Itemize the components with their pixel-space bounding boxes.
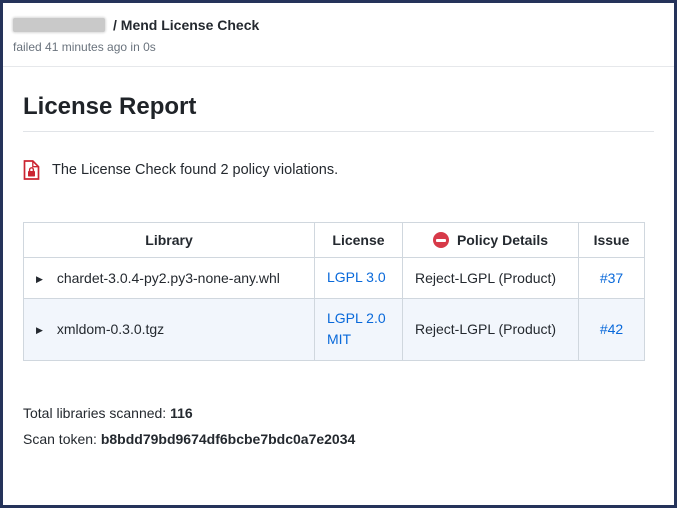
library-name: xmldom-0.3.0.tgz: [57, 321, 164, 337]
issue-link[interactable]: #37: [600, 270, 623, 286]
total-scanned-label: Total libraries scanned:: [23, 405, 166, 421]
check-run-page: / Mend License Check failed 41 minutes a…: [0, 0, 677, 508]
expand-triangle-icon[interactable]: ▶: [36, 274, 43, 285]
violation-summary: The License Check found 2 policy violati…: [23, 160, 654, 180]
license-link[interactable]: MIT: [327, 331, 351, 347]
col-header-policy-details: Policy Details: [403, 223, 579, 258]
policy-details-label: Policy Details: [457, 232, 548, 248]
expand-triangle-icon[interactable]: ▶: [36, 325, 43, 336]
page-title: License Report: [23, 93, 654, 132]
scan-token-line: Scan token: b8bdd79bd9674df6bcbe7bdc0a7e…: [23, 431, 654, 447]
col-header-issue: Issue: [579, 223, 645, 258]
license-cell: LGPL 3.0: [315, 258, 403, 299]
license-report-table: Library License Policy Details Issue ▶: [23, 222, 645, 361]
total-scanned-value: 116: [170, 405, 193, 421]
col-header-license: License: [315, 223, 403, 258]
policy-detail-cell: Reject-LGPL (Product): [403, 258, 579, 299]
table-header-row: Library License Policy Details Issue: [24, 223, 645, 258]
total-scanned-line: Total libraries scanned: 116: [23, 405, 654, 421]
license-link[interactable]: LGPL 2.0: [327, 310, 386, 326]
report-body: License Report The License Check found 2…: [3, 93, 674, 447]
redacted-repo-name: [13, 18, 105, 32]
no-entry-icon: [433, 232, 449, 248]
check-status-line: failed 41 minutes ago in 0s: [13, 40, 662, 54]
issue-cell: #37: [579, 258, 645, 299]
table-row: ▶ chardet-3.0.4-py2.py3-none-any.whl LGP…: [24, 258, 645, 299]
license-cell: LGPL 2.0 MIT: [315, 298, 403, 360]
issue-cell: #42: [579, 298, 645, 360]
breadcrumb: / Mend License Check: [13, 17, 662, 33]
policy-detail-cell: Reject-LGPL (Product): [403, 298, 579, 360]
check-title: / Mend License Check: [113, 17, 259, 33]
scan-summary: Total libraries scanned: 116 Scan token:…: [23, 405, 654, 447]
library-cell: ▶ chardet-3.0.4-py2.py3-none-any.whl: [24, 258, 315, 299]
library-name: chardet-3.0.4-py2.py3-none-any.whl: [57, 270, 280, 286]
policy-violation-lock-icon: [23, 160, 40, 180]
scan-token-label: Scan token:: [23, 431, 97, 447]
table-row: ▶ xmldom-0.3.0.tgz LGPL 2.0 MIT Reject-L…: [24, 298, 645, 360]
violation-message: The License Check found 2 policy violati…: [52, 162, 338, 178]
license-link[interactable]: LGPL 3.0: [327, 269, 386, 285]
check-header: / Mend License Check failed 41 minutes a…: [3, 3, 674, 67]
issue-link[interactable]: #42: [600, 321, 623, 337]
col-header-library: Library: [24, 223, 315, 258]
library-cell: ▶ xmldom-0.3.0.tgz: [24, 298, 315, 360]
scan-token-value: b8bdd79bd9674df6bcbe7bdc0a7e2034: [101, 431, 355, 447]
